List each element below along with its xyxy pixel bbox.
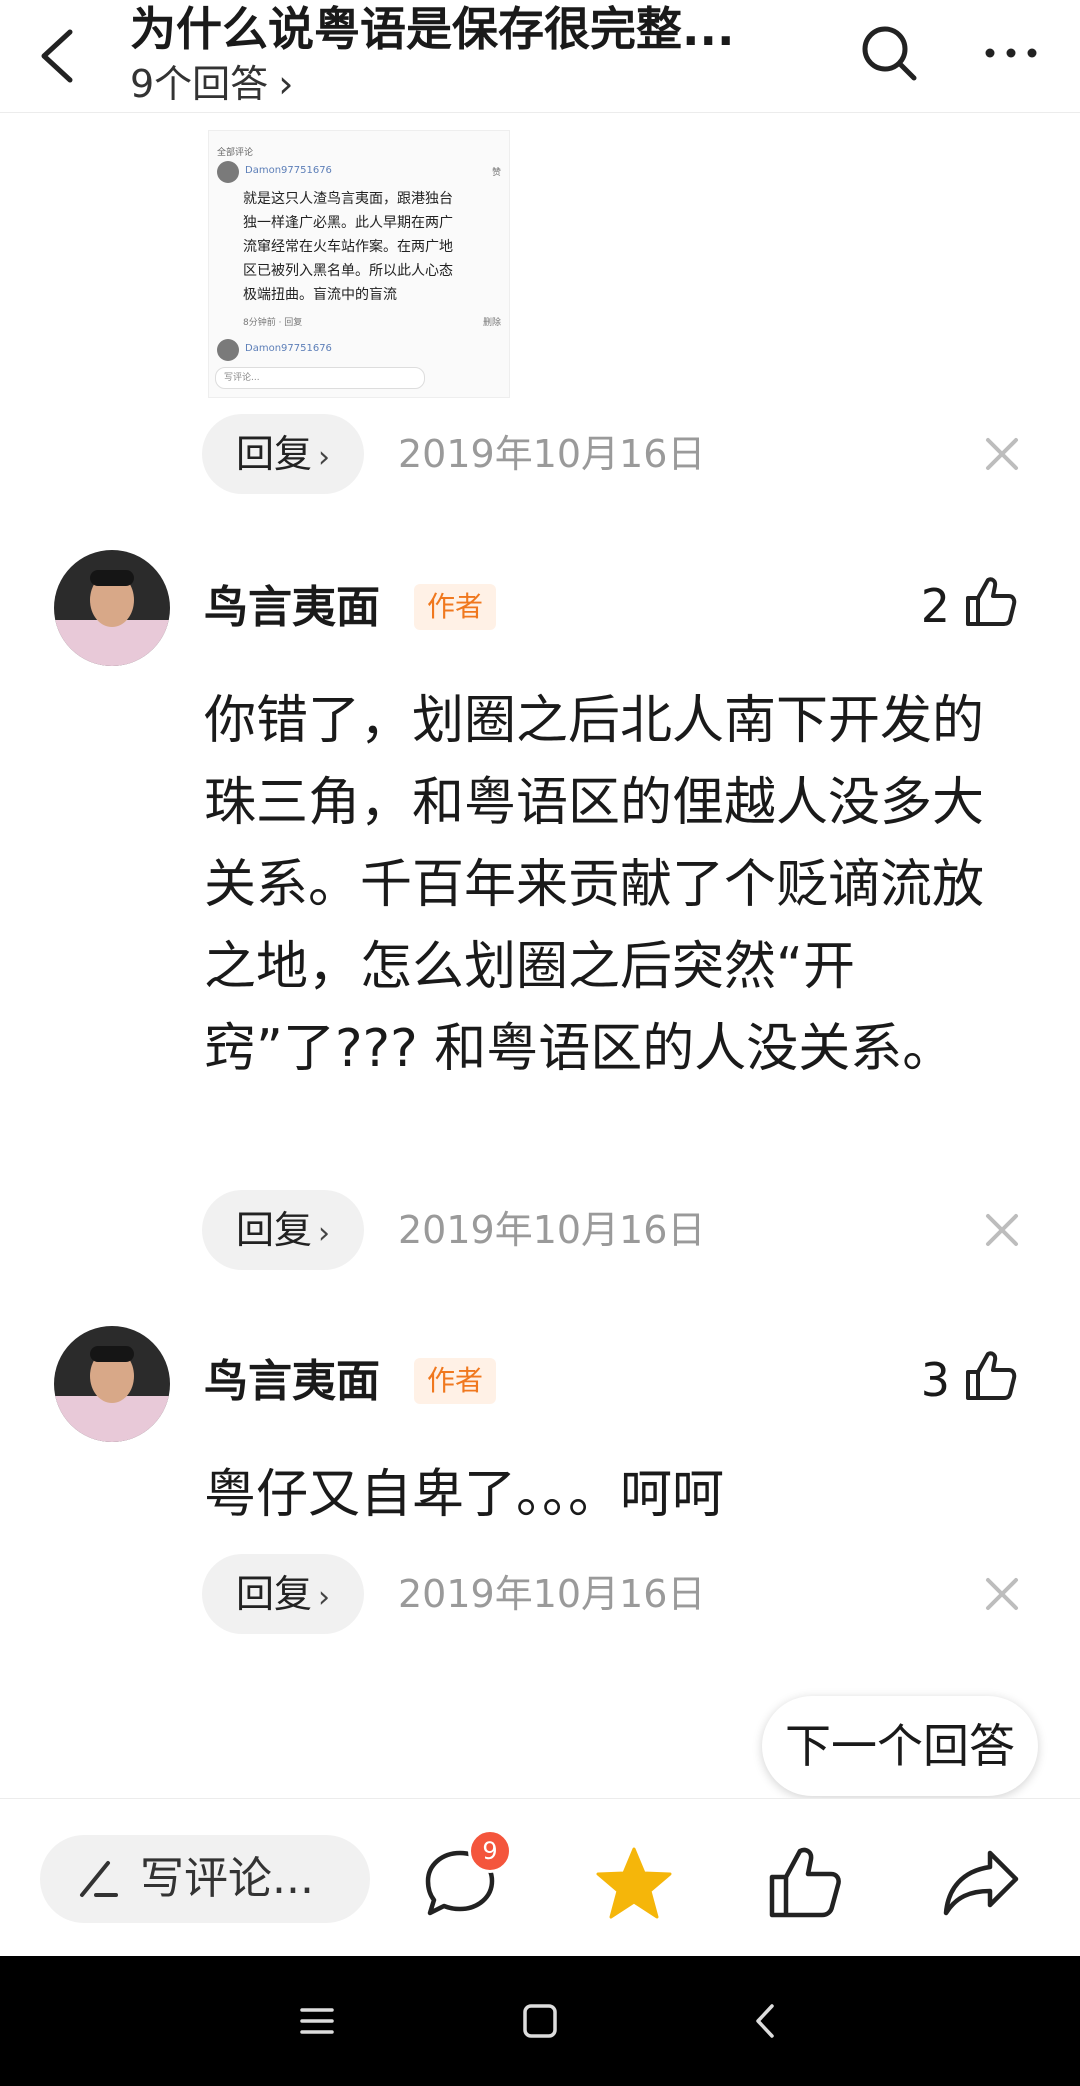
- thumbs-up-icon[interactable]: [962, 1348, 1018, 1404]
- image-avatar: [217, 339, 239, 361]
- system-navigation-bar: [0, 1956, 1080, 2086]
- bottom-action-bar: 写评论... 9: [0, 1798, 1080, 1957]
- top-bar: 为什么说粤语是保存很完整... 9个回答 ›: [0, 0, 1080, 113]
- menu-icon[interactable]: [292, 1996, 342, 2046]
- reply-button[interactable]: 回复 ›: [202, 1554, 364, 1634]
- pen-icon: [80, 1861, 118, 1897]
- question-title[interactable]: 为什么说粤语是保存很完整...: [130, 0, 790, 58]
- reply-label: 回复: [235, 1572, 312, 1616]
- reply-label: 回复: [235, 1208, 312, 1252]
- author-badge: 作者: [414, 584, 496, 630]
- comment-date: 2019年10月16日: [398, 1208, 706, 1252]
- reply-label: 回复: [235, 432, 312, 476]
- close-icon[interactable]: [982, 1574, 1022, 1614]
- username[interactable]: 鸟言夷面: [204, 1352, 380, 1412]
- write-comment-placeholder: 写评论...: [140, 1853, 314, 1904]
- close-icon[interactable]: [982, 1210, 1022, 1250]
- more-icon[interactable]: [980, 22, 1042, 84]
- share-icon[interactable]: [940, 1843, 1020, 1923]
- author-badge: 作者: [414, 1358, 496, 1404]
- thumbs-up-icon[interactable]: [764, 1843, 844, 1923]
- next-answer-button[interactable]: 下一个回答: [762, 1696, 1038, 1796]
- nav-back-icon[interactable]: [740, 1996, 790, 2046]
- image-input-placeholder: 写评论...: [215, 367, 425, 389]
- like-count: 3: [920, 1353, 950, 1407]
- reply-button[interactable]: 回复 ›: [202, 414, 364, 494]
- answer-count-link[interactable]: 9个回答 ›: [130, 62, 293, 106]
- chevron-right-icon: ›: [318, 1216, 330, 1251]
- star-icon[interactable]: [594, 1843, 674, 1923]
- comment-image[interactable]: 全部评论 Damon97751676 赞 就是这只人渣鸟言夷面，跟港独台独一样逢…: [208, 130, 510, 398]
- comment-text: 你错了，划圈之后北人南下开发的珠三角，和粤语区的俚越人没多大关系。千百年来贡献了…: [204, 691, 985, 1079]
- thumbs-up-icon[interactable]: [962, 574, 1018, 630]
- back-icon[interactable]: [36, 26, 80, 86]
- image-comment-meta: 8分钟前 · 回复: [243, 318, 303, 328]
- answer-count: 9个回答: [130, 62, 269, 106]
- comment-text: 粤仔又自卑了。。。呵呵: [204, 1465, 725, 1525]
- comment-date: 2019年10月16日: [398, 432, 706, 476]
- image-username: Damon97751676: [245, 343, 332, 354]
- chevron-right-icon: ›: [318, 1580, 330, 1615]
- image-avatar: [217, 161, 239, 183]
- chevron-right-icon: ›: [318, 440, 330, 475]
- username[interactable]: 鸟言夷面: [204, 578, 380, 638]
- image-like-label: 赞: [491, 168, 501, 178]
- image-username: Damon97751676: [245, 165, 332, 176]
- avatar[interactable]: [54, 1326, 170, 1442]
- search-icon[interactable]: [858, 22, 920, 84]
- reply-button[interactable]: 回复 ›: [202, 1190, 364, 1270]
- chevron-right-icon: ›: [278, 62, 294, 106]
- comment-date: 2019年10月16日: [398, 1572, 706, 1616]
- home-icon[interactable]: [515, 1996, 565, 2046]
- like-count: 2: [920, 579, 950, 633]
- write-comment-input[interactable]: 写评论...: [40, 1835, 370, 1923]
- image-section-label: 全部评论: [217, 148, 254, 158]
- image-comment-text: 就是这只人渣鸟言夷面，跟港独台独一样逢广必黑。此人早期在两广流窜经常在火车站作案…: [243, 191, 453, 303]
- image-delete-label: 删除: [482, 318, 501, 328]
- comment-count-badge: 9: [468, 1829, 512, 1873]
- avatar[interactable]: [54, 550, 170, 666]
- close-icon[interactable]: [982, 434, 1022, 474]
